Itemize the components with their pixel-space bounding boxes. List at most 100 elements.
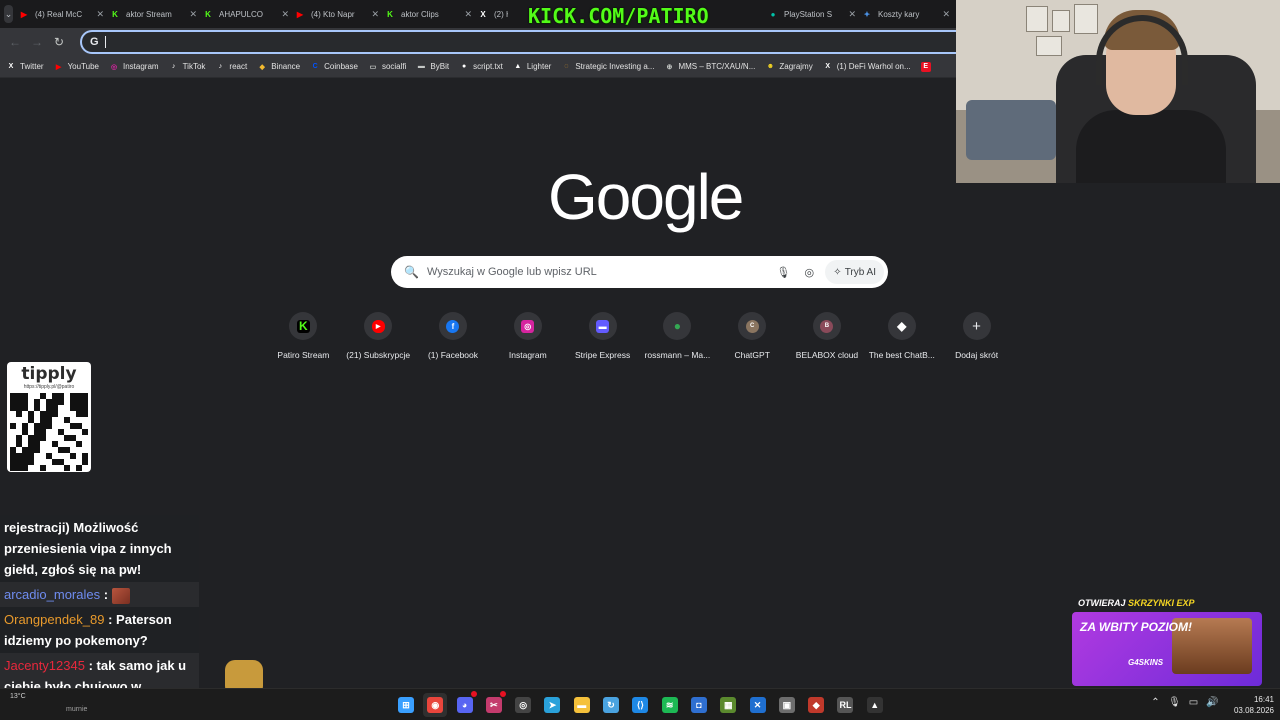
address-bar[interactable]: G xyxy=(80,30,960,54)
discord-taskbar-button[interactable]: ◕ xyxy=(453,691,477,717)
voice-search-icon[interactable]: 🎙 xyxy=(773,262,793,282)
shortcut-label: Stripe Express xyxy=(574,350,631,360)
game-app-taskbar-button[interactable]: ◆ xyxy=(804,693,828,717)
browser-tab[interactable]: K AHAPULCO ✕ xyxy=(203,0,295,28)
close-tab-icon[interactable]: ✕ xyxy=(189,9,197,20)
windows-taskbar: 13°C murnie ⊞ ◉ ◕ ✂ ◎ ➤ ▬ ↻ ⟨⟩ ≋ ◘ ▦ ✕ ▣ ◆ RL ▲ ⌃ 🎙 ▭ 🔊 … xyxy=(0,688,1280,720)
rl-app-taskbar-button[interactable]: RL xyxy=(833,693,857,717)
shortcut-tile[interactable]: ▬ Stripe Express xyxy=(565,310,640,370)
bookmark-label: MMS – BTC/XAU/N... xyxy=(678,62,756,71)
notification-badge xyxy=(470,691,477,697)
clock[interactable]: 16:41 03.08.2026 xyxy=(1222,694,1274,716)
back-button[interactable]: ← xyxy=(4,31,26,53)
shortcut-tile[interactable]: + Dodaj skrót xyxy=(939,310,1014,370)
volume-icon[interactable]: 🔊 xyxy=(1203,697,1222,708)
telegram-taskbar-button[interactable]: ➤ xyxy=(540,693,564,717)
browser-tab[interactable]: ✦ Koszty kary ✕ xyxy=(862,0,956,28)
bookmark-item[interactable]: ☻ Zagrajmy xyxy=(765,62,813,72)
notification-app-icon: ▲ xyxy=(866,697,883,713)
bookmark-item[interactable]: ◌ Strategic Investing a... xyxy=(561,62,654,72)
settings-app-taskbar-button[interactable]: ▣ xyxy=(775,693,799,717)
bookmark-item[interactable]: E xyxy=(920,61,935,72)
app-window-taskbar-button[interactable]: ◘ xyxy=(687,693,711,717)
bookmark-item[interactable]: ♪ react xyxy=(215,62,248,72)
minecraft-taskbar-button[interactable]: ▦ xyxy=(716,693,740,717)
sponsor-ad-overlay: OTWIERAJ SKRZYNKI EXP ZA WBITY POZIOM! G… xyxy=(1068,598,1264,690)
shortcut-tile[interactable]: C ChatGPT xyxy=(715,310,790,370)
snipping-tool-taskbar-button[interactable]: ✂ xyxy=(482,691,506,717)
bookmark-item[interactable]: ▶ YouTube xyxy=(54,62,99,72)
screen: ⌄ ▶ (4) Real McC ✕ Kaktor Stream ✕ K AHAPULCO ✕… xyxy=(0,0,1280,720)
browser-tab[interactable]: Kaktor Stream ✕ xyxy=(110,0,203,28)
chat-username[interactable]: arcadio_morales xyxy=(4,587,100,602)
bookmark-item[interactable]: C Coinbase xyxy=(310,62,358,72)
weather-widget[interactable]: 13°C xyxy=(10,693,26,700)
shortcut-tile[interactable]: f (1) Facebook xyxy=(416,310,491,370)
tab-title: aktor Clips xyxy=(401,9,439,19)
close-tab-icon[interactable]: ✕ xyxy=(371,9,379,20)
x-tool-taskbar-button[interactable]: ✕ xyxy=(746,693,770,717)
microphone-icon[interactable]: 🎙 xyxy=(1165,697,1184,708)
ai-mode-button[interactable]: ✧ Tryb AI xyxy=(825,260,884,284)
tabs: ▶ (4) Real McC ✕ Kaktor Stream ✕ K AHAPULCO ✕ ▶ (… xyxy=(19,0,956,28)
bookmark-item[interactable]: ♪ TikTok xyxy=(169,62,206,72)
shortcut-icon-circle: ▶ xyxy=(364,312,393,340)
tab-title: aktor Stream xyxy=(126,9,172,19)
browser-tab[interactable]: ● PlayStation S ✕ xyxy=(768,0,862,28)
shortcut-tile[interactable]: ▶ (21) Subskrypcje xyxy=(341,310,416,370)
bookmark-item[interactable]: ● script.txt xyxy=(459,62,503,72)
shortcut-tile[interactable]: K Patiro Stream xyxy=(266,310,341,370)
forward-button[interactable]: → xyxy=(26,31,48,53)
chevron-up-icon[interactable]: ⌃ xyxy=(1146,697,1165,708)
shortcut-label: ChatGPT xyxy=(734,350,770,360)
spinner-icon: ◌ xyxy=(564,63,569,70)
chrome-taskbar-button[interactable]: ◉ xyxy=(423,693,448,717)
taskbar-apps: ⊞ ◉ ◕ ✂ ◎ ➤ ▬ ↻ ⟨⟩ ≋ ◘ ▦ ✕ ▣ ◆ RL ▲ xyxy=(394,691,892,717)
close-tab-icon[interactable]: ✕ xyxy=(96,9,104,20)
chat-separator: : xyxy=(84,658,97,673)
shortcut-tile[interactable]: ● rossmann – Ma... xyxy=(640,310,715,370)
bookmark-item[interactable]: X (1) DeFi Warhol on... xyxy=(823,62,910,72)
chat-username[interactable]: Jacenty12345 xyxy=(4,658,85,673)
close-tab-icon[interactable]: ✕ xyxy=(464,9,472,20)
bookmark-item[interactable]: X Twitter xyxy=(6,62,44,72)
browser-tab[interactable]: ▶ (4) Kto Napr ✕ xyxy=(295,0,385,28)
bookmark-item[interactable]: ▲ Lighter xyxy=(513,62,551,72)
spotify-taskbar-button[interactable]: ≋ xyxy=(658,693,682,717)
shortcut-tile[interactable]: ◆ The best ChatB... xyxy=(864,310,939,370)
shortcut-icon-circle: ◎ xyxy=(513,312,542,340)
obs-taskbar-button[interactable]: ◎ xyxy=(511,693,535,717)
close-tab-icon[interactable]: ✕ xyxy=(848,9,856,20)
bookmark-item[interactable]: ⊕ MMS – BTC/XAU/N... xyxy=(664,62,756,72)
bookmark-item[interactable]: ▬ ByBit xyxy=(416,62,449,72)
google-search-box[interactable]: 🔍 Wyszukaj w Google lub wpisz URL 🎙 ◎ ✧ T… xyxy=(391,256,888,288)
bookmark-item[interactable]: ▭ socialfi xyxy=(368,62,407,72)
tiktok-icon: ♪ xyxy=(171,63,176,70)
start-button[interactable]: ⊞ xyxy=(394,693,418,717)
vscode-taskbar-button[interactable]: ⟨⟩ xyxy=(628,693,652,717)
bookmark-item[interactable]: ◎ Instagram xyxy=(109,62,159,72)
instagram-icon: ◎ xyxy=(110,63,118,71)
close-tab-icon[interactable]: ✕ xyxy=(942,9,950,20)
shortcut-tile[interactable]: B BELABOX cloud xyxy=(790,310,865,370)
google-lens-icon[interactable]: ◎ xyxy=(799,262,819,282)
close-tab-icon[interactable]: ✕ xyxy=(281,9,289,20)
shortcut-tile[interactable]: ◎ Instagram xyxy=(490,310,565,370)
edge-refresh-icon: ↻ xyxy=(603,697,620,713)
chat-username[interactable]: Orangpendek_89 xyxy=(4,612,104,627)
browser-tab[interactable]: X (2) H xyxy=(478,0,508,28)
display-icon[interactable]: ▭ xyxy=(1184,697,1203,708)
notification-app-taskbar-button[interactable]: ▲ xyxy=(863,693,887,717)
file-explorer-taskbar-button[interactable]: ▬ xyxy=(570,693,594,717)
settings-app-icon: ▣ xyxy=(778,697,795,713)
globe-icon: ⊕ xyxy=(666,63,673,71)
browser-tab[interactable]: Kaktor Clips ✕ xyxy=(385,0,478,28)
bookmark-label: socialfi xyxy=(381,62,407,71)
back-arrow-icon: ← xyxy=(9,35,21,49)
edge-refresh-taskbar-button[interactable]: ↻ xyxy=(599,693,623,717)
tab-search-dropdown-button[interactable]: ⌄ xyxy=(4,5,13,23)
reload-button[interactable]: ↻ xyxy=(48,31,70,53)
bookmark-item[interactable]: ◆ Binance xyxy=(257,62,301,72)
browser-tab[interactable]: ▶ (4) Real McC ✕ xyxy=(19,0,110,28)
chatgpt-icon: C xyxy=(745,319,759,333)
